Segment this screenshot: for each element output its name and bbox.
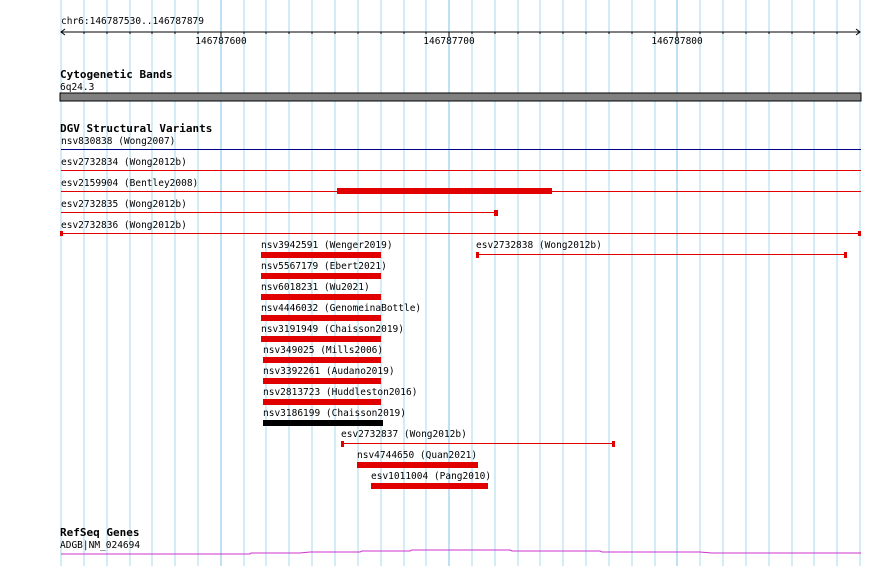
dgv-feature-end-cap <box>844 252 847 258</box>
ruler-tick-label: 146787700 <box>423 36 475 47</box>
dgv-feature[interactable]: esv2732836 (Wong2012b) <box>60 220 861 236</box>
cytoband-track: Cytogenetic Bands 6q24.3 <box>59 68 862 102</box>
dgv-feature[interactable]: esv2732834 (Wong2012b) <box>61 157 861 171</box>
dgv-feature-block <box>261 336 381 342</box>
dgv-feature-block <box>261 252 381 258</box>
dgv-feature[interactable]: nsv2813723 (Huddleston2016) <box>263 387 417 405</box>
dgv-feature-label: nsv5567179 (Ebert2021) <box>261 261 387 272</box>
dgv-feature-start-cap <box>60 231 63 236</box>
dgv-feature-start-cap <box>341 441 344 447</box>
dgv-feature-label: nsv4744650 (Quan2021) <box>357 450 477 461</box>
dgv-feature-label: nsv349025 (Mills2006) <box>263 345 383 356</box>
dgv-track-title: DGV Structural Variants <box>60 122 212 135</box>
dgv-feature[interactable]: esv1011004 (Pang2010) <box>371 471 491 489</box>
dgv-feature-block <box>263 357 381 363</box>
dgv-feature-block <box>261 294 381 300</box>
dgv-feature-start-cap <box>476 252 479 258</box>
dgv-feature[interactable]: nsv349025 (Mills2006) <box>263 345 383 363</box>
dgv-feature-label: nsv6018231 (Wu2021) <box>261 282 370 293</box>
genome-browser-view: chr6:146787530..146787879 146787600 1467… <box>59 0 862 566</box>
cytoband-track-title: Cytogenetic Bands <box>60 68 173 81</box>
dgv-feature-label: nsv2813723 (Huddleston2016) <box>263 387 417 398</box>
dgv-feature-block <box>261 315 381 321</box>
refseq-gene-feature[interactable]: ADGB|NM_024694 <box>60 540 861 555</box>
dgv-feature-block <box>263 420 383 426</box>
refseq-gene-coverage-line <box>61 549 861 555</box>
dgv-feature-label: esv2732834 (Wong2012b) <box>61 157 187 168</box>
ruler-tick-label: 146787800 <box>651 36 703 47</box>
dgv-feature-label: nsv3942591 (Wenger2019) <box>261 240 393 251</box>
dgv-feature-label: esv2159904 (Bentley2008) <box>61 178 198 189</box>
ruler: chr6:146787530..146787879 146787600 1467… <box>60 16 861 47</box>
dgv-feature-label: esv2732838 (Wong2012b) <box>476 240 602 251</box>
dgv-feature-block <box>263 399 381 405</box>
dgv-feature-label: nsv830838 (Wong2007) <box>61 136 175 147</box>
dgv-feature[interactable]: nsv3942591 (Wenger2019) <box>261 240 393 258</box>
dgv-feature-block <box>263 378 381 384</box>
dgv-track: DGV Structural Variants nsv830838 (Wong2… <box>60 122 861 489</box>
dgv-feature-end-cap <box>858 231 861 236</box>
refseq-gene-label: ADGB|NM_024694 <box>60 540 140 551</box>
dgv-feature[interactable]: esv2732838 (Wong2012b) <box>476 240 847 258</box>
refseq-track: RefSeq Genes ADGB|NM_024694 <box>60 526 861 555</box>
dgv-feature[interactable]: nsv4744650 (Quan2021) <box>357 450 478 468</box>
refseq-track-title: RefSeq Genes <box>60 526 139 539</box>
dgv-feature[interactable]: esv2732837 (Wong2012b) <box>341 429 615 447</box>
dgv-feature[interactable]: nsv3392261 (Audano2019) <box>263 366 395 384</box>
dgv-feature-end-cap <box>612 441 615 447</box>
dgv-feature[interactable]: nsv5567179 (Ebert2021) <box>261 261 387 279</box>
dgv-feature-label: nsv3191949 (Chaisson2019) <box>261 324 404 335</box>
dgv-feature-label: esv2732837 (Wong2012b) <box>341 429 467 440</box>
dgv-feature-label: esv1011004 (Pang2010) <box>371 471 491 482</box>
dgv-feature-block <box>357 462 478 468</box>
dgv-feature[interactable]: nsv6018231 (Wu2021) <box>261 282 381 300</box>
dgv-feature[interactable]: nsv3191949 (Chaisson2019) <box>261 324 404 342</box>
dgv-feature-end-cap <box>494 210 498 216</box>
dgv-feature-block <box>337 188 552 194</box>
dgv-feature-block <box>371 483 488 489</box>
dgv-feature[interactable]: nsv4446032 (GenomeinaBottle) <box>261 303 421 321</box>
location-label: chr6:146787530..146787879 <box>61 16 204 27</box>
dgv-feature-block <box>261 273 381 279</box>
dgv-feature[interactable]: nsv830838 (Wong2007) <box>61 136 861 150</box>
cytoband-band-label: 6q24.3 <box>60 82 94 93</box>
dgv-feature-label: nsv3392261 (Audano2019) <box>263 366 395 377</box>
dgv-feature-label: esv2732836 (Wong2012b) <box>61 220 187 231</box>
dgv-feature-label: nsv3186199 (Chaisson2019) <box>263 408 406 419</box>
dgv-feature[interactable]: nsv3186199 (Chaisson2019) <box>263 408 406 426</box>
ruler-tick-label: 146787600 <box>195 36 247 47</box>
dgv-feature-label: esv2732835 (Wong2012b) <box>61 199 187 210</box>
dgv-feature[interactable]: esv2732835 (Wong2012b) <box>61 199 498 216</box>
cytoband-bar[interactable] <box>59 92 862 102</box>
dgv-feature[interactable]: esv2159904 (Bentley2008) <box>61 178 861 194</box>
dgv-feature-label: nsv4446032 (GenomeinaBottle) <box>261 303 421 314</box>
